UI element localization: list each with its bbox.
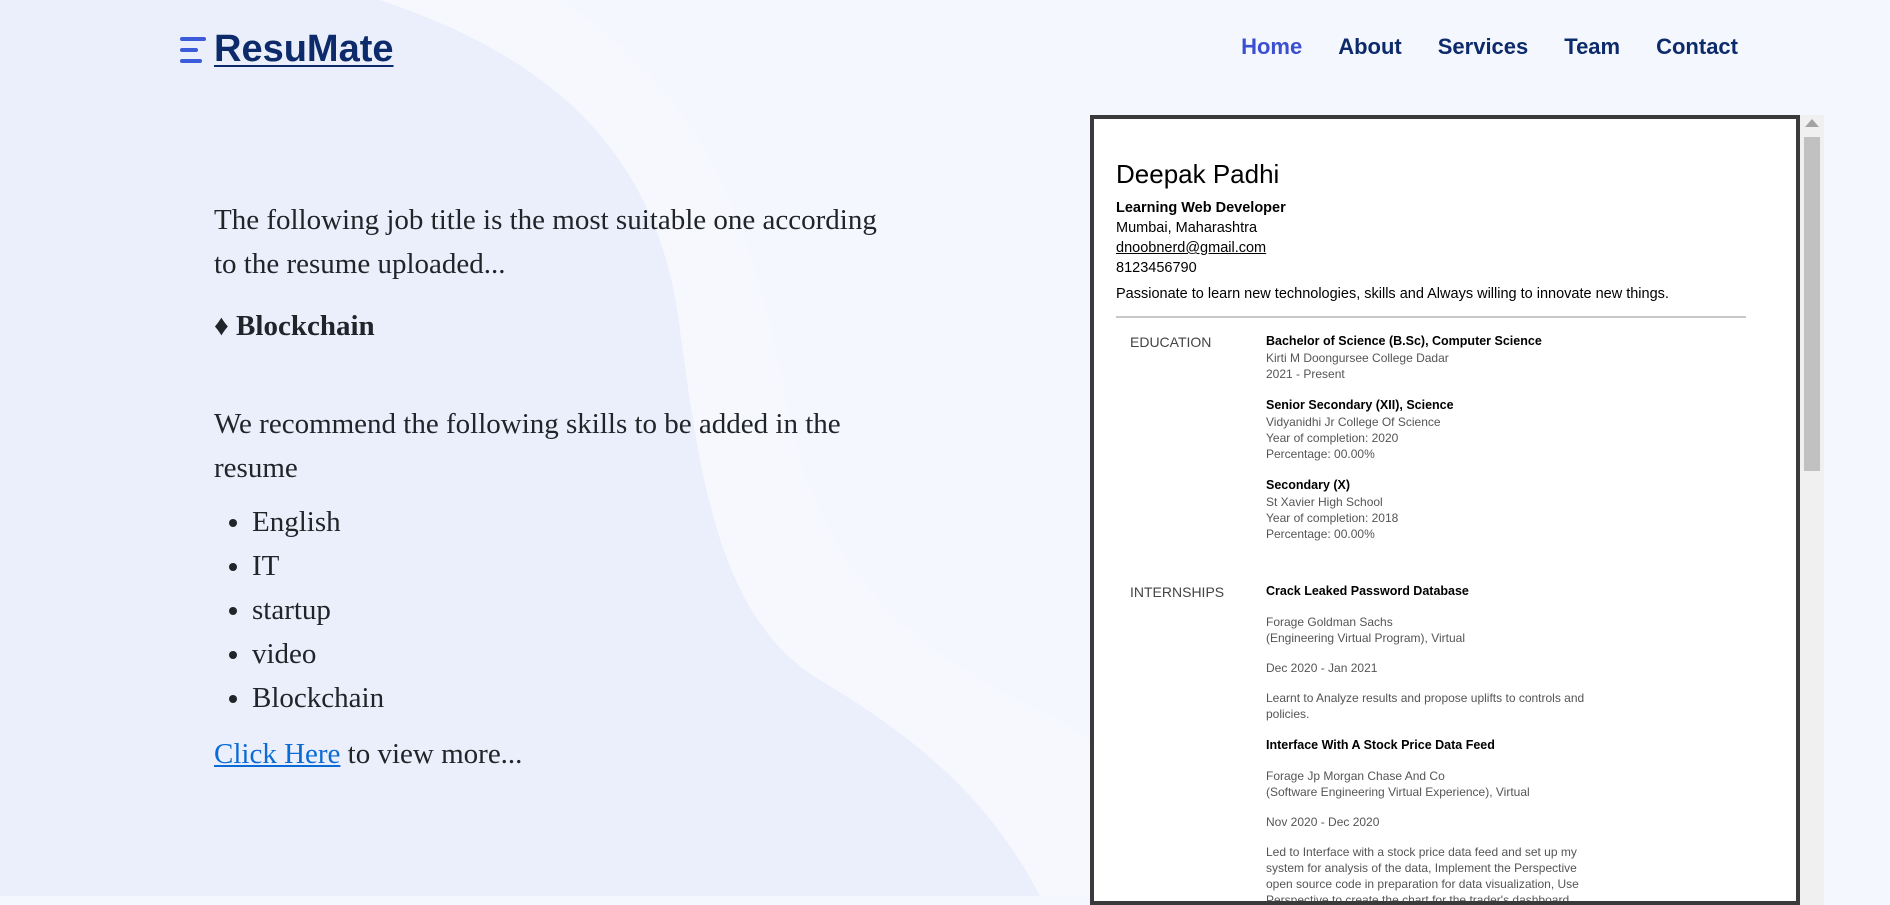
resume-name: Deepak Padhi (1116, 159, 1280, 189)
skill-item: video (252, 632, 894, 676)
nav-services[interactable]: Services (1438, 30, 1529, 64)
menu-lines-icon (180, 33, 210, 67)
education-entry: Bachelor of Science (B.Sc), Computer Sci… (1266, 334, 1746, 382)
skills-list: English IT startup video Blockchain (214, 500, 894, 720)
viewer-scrollbar[interactable] (1800, 115, 1824, 905)
education-entry: Secondary (X) St Xavier High School Year… (1266, 478, 1746, 542)
results-panel: The following job title is the most suit… (214, 198, 894, 776)
entry-title: Bachelor of Science (B.Sc), Computer Sci… (1266, 334, 1542, 348)
entry-title: Interface With A Stock Price Data Feed (1266, 738, 1495, 752)
entry-line: (Engineering Virtual Program), Virtual (1266, 631, 1465, 645)
scroll-thumb[interactable] (1804, 137, 1820, 471)
entry-line: Forage Jp Morgan Chase And Co (1266, 769, 1445, 783)
entry-dates: Nov 2020 - Dec 2020 (1266, 815, 1380, 829)
resume-document: Deepak Padhi Learning Web Developer Mumb… (1116, 159, 1746, 905)
entry-line: Learnt to Analyze results and propose up… (1266, 691, 1585, 705)
suggested-job-title: ♦ Blockchain (214, 310, 375, 342)
entry-line: Year of completion: 2020 (1266, 431, 1399, 445)
entry-line: Year of completion: 2018 (1266, 511, 1399, 525)
resume-divider (1116, 316, 1746, 318)
entry-line: St Xavier High School (1266, 495, 1383, 509)
internships-label: INTERNSHIPS (1130, 584, 1225, 600)
entry-line: Forage Goldman Sachs (1266, 615, 1393, 629)
resume-viewer[interactable]: Deepak Padhi Learning Web Developer Mumb… (1090, 115, 1800, 905)
entry-title: Secondary (X) (1266, 478, 1351, 492)
entry-dates: Dec 2020 - Jan 2021 (1266, 661, 1378, 675)
logo[interactable]: ResuMate (180, 28, 394, 71)
resume-email[interactable]: dnoobnerd@gmail.com (1116, 240, 1746, 256)
view-more-line: Click Here to view more... (214, 732, 894, 776)
resume-title: Learning Web Developer (1116, 200, 1286, 216)
entry-title: Crack Leaked Password Database (1266, 584, 1469, 598)
resume-location: Mumbai, Maharashtra (1116, 220, 1258, 236)
internship-entry: Crack Leaked Password Database Forage Go… (1266, 584, 1746, 722)
entry-title: Senior Secondary (XII), Science (1266, 398, 1454, 412)
education-entry: Senior Secondary (XII), Science Vidyanid… (1266, 398, 1746, 462)
internships-section: INTERNSHIPS Crack Leaked Password Databa… (1116, 584, 1746, 905)
resume-phone: 8123456790 (1116, 260, 1197, 276)
entry-line: Kirti M Doongursee College Dadar (1266, 351, 1449, 365)
education-section: EDUCATION Bachelor of Science (B.Sc), Co… (1116, 334, 1746, 558)
nav-home[interactable]: Home (1241, 30, 1302, 64)
entry-line: 2021 - Present (1266, 367, 1345, 381)
scroll-up-arrow-icon[interactable] (1805, 119, 1819, 127)
main-nav: Home About Services Team Contact (1241, 30, 1738, 64)
entry-line: system for analysis of the data, Impleme… (1266, 861, 1577, 875)
entry-line: Percentage: 00.00% (1266, 447, 1375, 461)
entry-line: Perspective to create the chart for the … (1266, 893, 1573, 905)
entry-line: open source code in preparation for data… (1266, 877, 1579, 891)
logo-text: ResuMate (214, 28, 394, 70)
nav-about[interactable]: About (1338, 30, 1402, 64)
resume-summary: Passionate to learn new technologies, sk… (1116, 286, 1669, 302)
nav-team[interactable]: Team (1564, 30, 1620, 64)
internship-entry: Interface With A Stock Price Data Feed F… (1266, 738, 1746, 905)
skill-item: IT (252, 544, 894, 588)
skill-item: startup (252, 588, 894, 632)
skill-item: English (252, 500, 894, 544)
education-label: EDUCATION (1130, 334, 1212, 350)
click-here-link[interactable]: Click Here (214, 738, 340, 770)
entry-line: Led to Interface with a stock price data… (1266, 845, 1577, 859)
nav-contact[interactable]: Contact (1656, 30, 1738, 64)
skill-item: Blockchain (252, 676, 894, 720)
entry-line: policies. (1266, 707, 1310, 721)
entry-line: Percentage: 00.00% (1266, 527, 1375, 541)
view-more-suffix: to view more... (340, 738, 523, 770)
entry-line: Vidyanidhi Jr College Of Science (1266, 415, 1441, 429)
entry-line: (Software Engineering Virtual Experience… (1266, 785, 1530, 799)
intro-text: The following job title is the most suit… (214, 204, 877, 280)
recommend-text: We recommend the following skills to be … (214, 408, 841, 484)
